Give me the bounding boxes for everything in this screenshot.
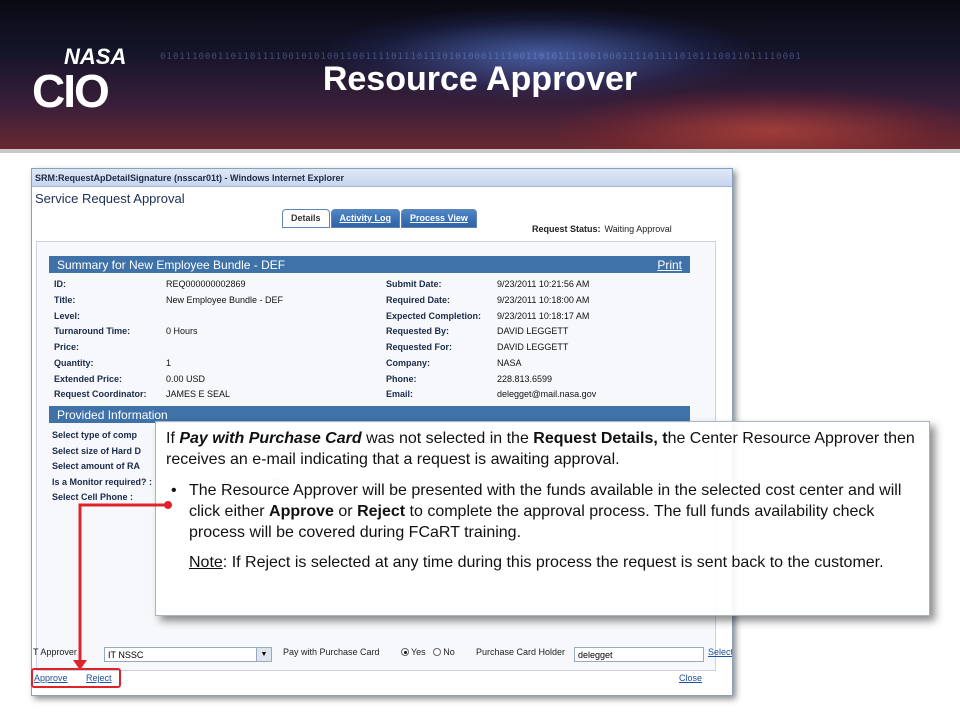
summary-field: Price:	[54, 342, 79, 352]
callout-note: Note: If Reject is selected at any time …	[166, 552, 919, 573]
field-label: Quantity:	[54, 358, 94, 368]
provided-field-label: Is a Monitor required? :	[52, 477, 153, 487]
radio-no-label: No	[443, 647, 455, 657]
radio-no[interactable]	[433, 648, 442, 656]
callout-text: : If Reject is selected at any time duri…	[222, 554, 884, 571]
field-label: Turnaround Time:	[54, 326, 131, 336]
request-status-label: Request Status:	[532, 224, 601, 234]
request-status-value: Waiting Approval	[604, 224, 672, 234]
field-label: Company:	[386, 358, 431, 368]
field-label: Phone:	[386, 374, 417, 384]
field-label: Request Coordinator:	[54, 389, 147, 399]
summary-field: Expected Completion:	[386, 311, 481, 321]
field-label: Requested For:	[386, 342, 453, 352]
page-title: Service Request Approval	[35, 191, 185, 206]
callout-emphasis: Pay with Purchase Card	[179, 430, 362, 447]
callout-text: was not selected in the	[361, 430, 534, 447]
card-holder-input[interactable]: delegget	[574, 647, 704, 662]
summary-value: REQ000000002869	[166, 279, 246, 289]
summary-value: NASA	[497, 358, 522, 368]
provided-field-label: Select type of comp	[52, 430, 138, 440]
highlight-box	[31, 668, 121, 688]
provided-field-label: Select size of Hard D	[52, 446, 142, 456]
request-status: Request Status: Waiting Approval	[532, 224, 672, 234]
banner-divider	[0, 149, 960, 153]
summary-value: 0 Hours	[166, 326, 198, 336]
summary-header: Summary for New Employee Bundle - DEF Pr…	[49, 256, 690, 273]
close-link[interactable]: Close	[679, 673, 702, 683]
callout-text: If	[166, 430, 180, 447]
summary-field: Phone:	[386, 374, 417, 384]
radio-yes-label: Yes	[411, 647, 426, 657]
banner-glow	[560, 90, 960, 153]
summary-field: Company:	[386, 358, 430, 368]
summary-title: Summary for New Employee Bundle - DEF	[57, 258, 286, 272]
summary-value: 9/23/2011 10:21:56 AM	[497, 279, 590, 289]
summary-field: Request Coordinator:	[54, 389, 147, 399]
summary-value: New Employee Bundle - DEF	[166, 295, 284, 305]
callout-emphasis: Approve	[269, 503, 334, 520]
field-label: Requested By:	[386, 326, 450, 336]
slide-title: Resource Approver	[322, 60, 638, 98]
summary-field: Quantity:	[54, 358, 94, 368]
tab-activity-log[interactable]: Activity Log	[330, 209, 401, 228]
callout-emphasis: Reject	[357, 503, 406, 520]
card-holder-label: Purchase Card Holder	[476, 647, 566, 657]
field-label: Extended Price:	[54, 374, 123, 384]
summary-field: Title:	[54, 295, 75, 305]
purchase-card-label: Pay with Purchase Card	[283, 647, 380, 657]
callout-emphasis: Request Details, t	[533, 430, 668, 447]
summary-value: DAVID LEGGETT	[497, 326, 569, 336]
summary-field: Extended Price:	[54, 374, 122, 384]
chevron-down-icon[interactable]: ▼	[256, 648, 271, 661]
tab-process-view[interactable]: Process View	[401, 209, 477, 228]
tab-bar: Details Activity Log Process View	[282, 209, 478, 228]
summary-field: ID:	[54, 279, 66, 289]
print-link[interactable]: Print	[657, 258, 682, 272]
radio-yes[interactable]	[401, 648, 409, 656]
summary-value: delegget@mail.nasa.gov	[497, 389, 597, 399]
field-label: ID:	[54, 279, 66, 289]
summary-field: Turnaround Time:	[54, 326, 130, 336]
field-label: Required Date:	[386, 295, 451, 305]
summary-field: Level:	[54, 311, 80, 321]
summary-field: Submit Date:	[386, 279, 442, 289]
field-label: Expected Completion:	[386, 311, 482, 321]
summary-value: 9/23/2011 10:18:17 AM	[497, 311, 590, 321]
summary-value: JAMES E SEAL	[166, 389, 231, 399]
purchase-card-radios: Yes No	[401, 647, 455, 657]
summary-value: 1	[166, 358, 172, 368]
approver-label: T Approver	[33, 647, 77, 657]
window-title-bar: SRM:RequestApDetailSignature (nsscar01t)…	[32, 169, 732, 187]
note-label: Note	[189, 554, 223, 571]
summary-field: Email:	[386, 389, 413, 399]
summary-field: Requested By:	[386, 326, 449, 336]
field-label: Level:	[54, 311, 81, 321]
summary-value: DAVID LEGGETT	[497, 342, 569, 352]
field-label: Title:	[54, 295, 76, 305]
approver-select-value: IT NSSC	[108, 650, 144, 660]
summary-field: Requested For:	[386, 342, 452, 352]
approver-select[interactable]: IT NSSC ▼	[104, 647, 272, 662]
field-label: Submit Date:	[386, 279, 442, 289]
callout-box: If Pay with Purchase Card was not select…	[155, 421, 930, 616]
summary-value: 0.00 USD	[166, 374, 206, 384]
tab-details[interactable]: Details	[282, 209, 330, 228]
field-label: Price:	[54, 342, 80, 352]
slide-banner: 0101110001101101111001010100110011110111…	[0, 0, 960, 153]
callout-text: or	[333, 503, 358, 520]
callout-bullet: The Resource Approver will be presented …	[166, 480, 919, 543]
field-label: Email:	[386, 389, 414, 399]
provided-field-label: Select amount of RA	[52, 461, 141, 471]
callout-intro: If Pay with Purchase Card was not select…	[166, 428, 919, 470]
summary-value: 9/23/2011 10:18:00 AM	[497, 295, 590, 305]
select-link[interactable]: Select	[708, 647, 732, 657]
summary-value: 228.813.6599	[497, 374, 553, 384]
provided-field-label: Select Cell Phone :	[52, 492, 134, 502]
summary-field: Required Date:	[386, 295, 450, 305]
